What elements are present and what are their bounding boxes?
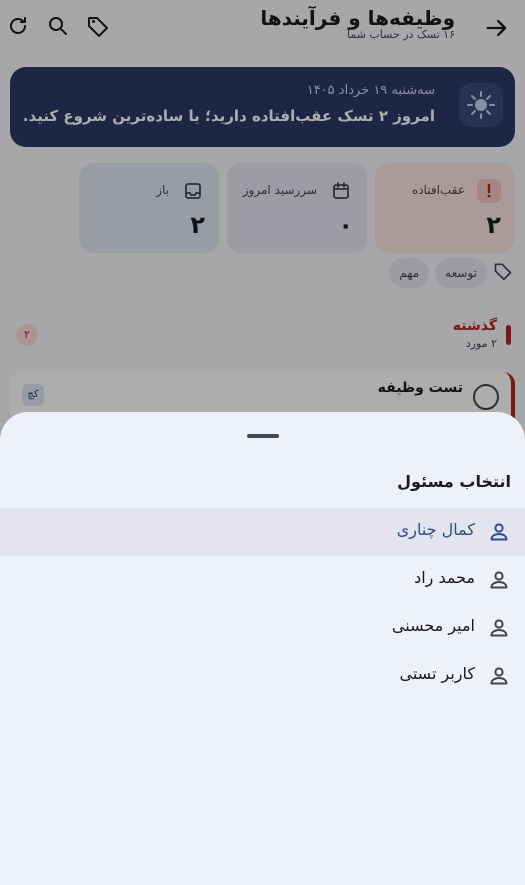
person-icon (487, 616, 511, 640)
person-icon (487, 568, 511, 592)
assignee-option[interactable]: محمد راد (0, 556, 525, 604)
assignee-name: کمال چناری (396, 520, 475, 539)
assignee-option[interactable]: امیر محسنی (0, 604, 525, 652)
assignee-name: محمد راد (414, 568, 475, 587)
drag-handle[interactable] (246, 434, 279, 438)
assignee-option[interactable]: کاربر تستی (0, 652, 525, 700)
sheet-title: انتخاب مسئول (397, 472, 511, 491)
assignee-name: کاربر تستی (399, 664, 475, 683)
assignee-option[interactable]: کمال چناری (0, 508, 525, 556)
person-icon (487, 520, 511, 544)
person-icon (487, 664, 511, 688)
bottom-sheet: انتخاب مسئول کمال چناری محمد راد امیر مح… (0, 412, 525, 885)
assignee-name: امیر محسنی (391, 616, 475, 635)
